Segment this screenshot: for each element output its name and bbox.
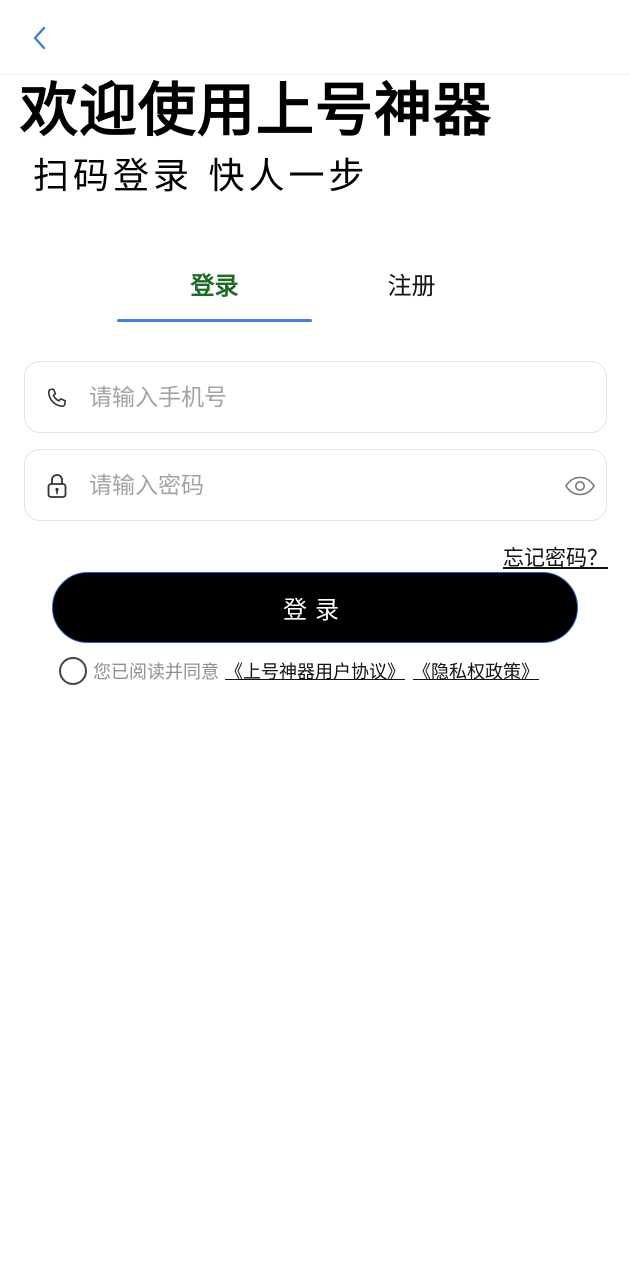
login-page: 欢迎使用上号神器 扫码登录 快人一步 登录 注册 请输入手机号 忘记密码？ 登录… bbox=[0, 0, 630, 1280]
agreement-checkbox[interactable] bbox=[59, 657, 87, 685]
eye-icon bbox=[565, 476, 595, 496]
auth-tabs: 登录 注册 bbox=[117, 262, 507, 324]
phone-field bbox=[24, 361, 607, 433]
password-input[interactable] bbox=[89, 464, 549, 508]
password-field bbox=[24, 449, 607, 521]
tab-login-label: 登录 bbox=[190, 272, 239, 300]
login-button[interactable]: 登录 bbox=[52, 572, 578, 643]
page-subtitle: 扫码登录 快人一步 bbox=[33, 156, 369, 197]
privacy-policy-link[interactable]: 《隐私权政策》 bbox=[413, 658, 539, 684]
lock-icon bbox=[43, 472, 71, 500]
back-button[interactable] bbox=[20, 18, 60, 58]
agreement-row: 您已阅读并同意 《上号神器用户协议》 《隐私权政策》 bbox=[59, 656, 547, 686]
phone-input[interactable] bbox=[89, 376, 549, 420]
page-title: 欢迎使用上号神器 bbox=[20, 76, 493, 144]
toggle-password-visibility[interactable] bbox=[564, 470, 596, 502]
forgot-password-link[interactable]: 忘记密码？ bbox=[503, 542, 608, 572]
top-bar bbox=[0, 0, 630, 75]
tab-login[interactable]: 登录 bbox=[117, 262, 312, 322]
user-agreement-link[interactable]: 《上号神器用户协议》 bbox=[225, 658, 405, 684]
chevron-left-icon bbox=[33, 26, 46, 50]
tab-register[interactable]: 注册 bbox=[314, 262, 509, 322]
agreement-text: 您已阅读并同意 bbox=[93, 662, 219, 683]
phone-icon bbox=[43, 384, 71, 412]
tab-register-label: 注册 bbox=[387, 272, 436, 300]
active-tab-indicator bbox=[117, 319, 312, 322]
